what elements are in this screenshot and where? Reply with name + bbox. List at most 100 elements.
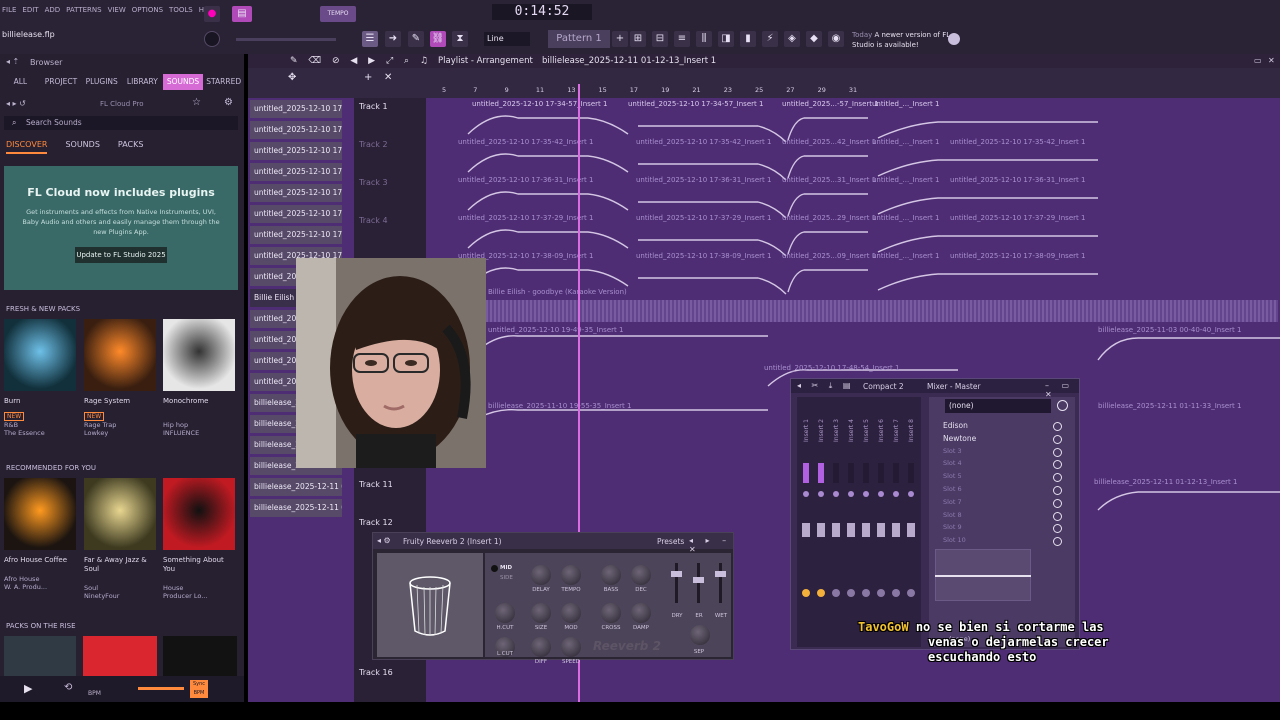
clip-label[interactable]: untitled_2025-12-10 17-48-54_Insert 1 [764, 364, 899, 372]
effect-slot[interactable]: Newtone [943, 434, 976, 443]
effect-slot[interactable]: Edison [943, 421, 968, 430]
speaker-icon[interactable]: ◈ [784, 31, 800, 47]
piano-roll-button[interactable]: ⊟ [652, 31, 668, 47]
slot-enable-icon[interactable] [1053, 473, 1062, 483]
insert-route-dot[interactable] [863, 491, 869, 497]
reverb-knob[interactable] [531, 565, 551, 585]
automation-clip-label[interactable]: untitled_2025...29_Insert 1 [782, 214, 876, 222]
pattern-song-toggle[interactable]: ▤ [232, 6, 252, 22]
pack-card[interactable]: Afro House Coffee Afro House W. A. Produ..… [4, 478, 78, 591]
automation-clip-label[interactable]: untitled_2025-12-10 17-36-31_Insert 1 [458, 176, 593, 184]
track-name[interactable]: Track 11 [359, 480, 393, 489]
track-name[interactable]: Track 16 [359, 668, 393, 677]
loop-icon[interactable]: ⟲ [64, 682, 72, 693]
track-name[interactable]: Track 2 [359, 140, 388, 149]
insert-pan-knob[interactable] [862, 589, 870, 597]
plugin-picker-button[interactable]: ⫼ [696, 31, 712, 47]
automation-clip-label[interactable]: untitled_2025-12-10 17-38-09_Insert 1 [950, 252, 1085, 260]
insert-fader[interactable] [802, 523, 810, 537]
stamp-icon[interactable]: ⧗ [452, 31, 468, 47]
insert-pan-knob[interactable] [907, 589, 915, 597]
slot-enable-icon[interactable] [1053, 498, 1062, 508]
insert-pan-knob[interactable] [847, 589, 855, 597]
insert-route-dot[interactable] [803, 491, 809, 497]
reverb-knob[interactable] [561, 637, 581, 657]
pack-art[interactable] [163, 319, 235, 391]
reverb-presets-button[interactable]: Presets [657, 537, 684, 546]
clip-label[interactable]: billielease_2025-11-03 00-40-40_Insert 1 [1098, 326, 1241, 334]
reverb-menu-icon[interactable]: ◂ ⚙ [377, 536, 391, 545]
insert-fader[interactable] [862, 523, 870, 537]
pack-art[interactable] [4, 478, 76, 550]
pack-art[interactable] [4, 319, 76, 391]
pack-name[interactable]: Rage System [84, 397, 158, 406]
master-pitch-slider[interactable] [236, 38, 336, 41]
playlist-add-icon[interactable]: + [364, 72, 372, 83]
effect-slot[interactable]: Slot 5 [943, 472, 962, 480]
insert-route-dot[interactable] [893, 491, 899, 497]
reverb-knob[interactable] [631, 603, 651, 623]
reverb-knob[interactable] [561, 603, 581, 623]
slot-enable-icon[interactable] [1053, 460, 1062, 470]
track-name[interactable]: Track 3 [359, 178, 388, 187]
menu-item[interactable]: OPTIONS [132, 6, 163, 20]
automation-clip-label[interactable]: untitled_2025-12-10 17-34-57_Insert 1 [472, 100, 607, 108]
mic-icon[interactable]: ◉ [828, 31, 844, 47]
automation-clip-label[interactable]: untitled_..._Insert 1 [872, 214, 939, 222]
playlist-delete-icon[interactable]: ✕ [384, 72, 392, 83]
track-name[interactable]: Track 4 [359, 216, 388, 225]
automation-clip-label[interactable]: untitled_2025...-57_Insert 1 [782, 100, 879, 108]
clip-label[interactable]: untitled_2025-12-10 19-49-35_Insert 1 [488, 326, 623, 334]
insert-label[interactable]: Insert 3 [833, 419, 840, 442]
update-notice[interactable]: Today A newer version of FL Studio is av… [852, 30, 952, 50]
snap-select[interactable]: Line [484, 32, 530, 46]
insert-route-dot[interactable] [848, 491, 854, 497]
menu-item[interactable]: EDIT [22, 6, 38, 20]
browser-button[interactable]: ◨ [718, 31, 734, 47]
current-pattern-label[interactable]: billielease_2025-12-11 01-12-13_Insert 1 [542, 56, 716, 66]
automation-clip-label[interactable]: untitled_..._Insert 1 [872, 176, 939, 184]
playlist-view-button[interactable]: ☰ [362, 31, 378, 47]
sep-knob[interactable] [690, 625, 710, 645]
browser-nav-arrows[interactable]: ◂ ▸ ↺ [6, 99, 26, 108]
effect-slot[interactable]: Slot 10 [943, 536, 966, 544]
insert-label[interactable]: Insert 8 [908, 419, 915, 442]
insert-pan-knob[interactable] [832, 589, 840, 597]
mixer-preset-select[interactable]: (none) [945, 399, 1051, 413]
menu-item[interactable]: FILE [2, 6, 16, 20]
insert-fader[interactable] [877, 523, 885, 537]
search-sounds-input[interactable]: Search Sounds [4, 116, 238, 130]
menu-item[interactable]: TOOLS [169, 6, 193, 20]
menu-item[interactable]: VIEW [108, 6, 126, 20]
pattern-item[interactable]: untitled_2025-12-10 17-... [250, 184, 342, 202]
link-icon[interactable]: ⛓ [430, 31, 446, 47]
insert-label[interactable]: Insert 4 [848, 419, 855, 442]
automation-clip-label[interactable]: untitled_2025-12-10 17-37-29_Insert 1 [458, 214, 593, 222]
insert-label[interactable]: Insert 6 [878, 419, 885, 442]
tempo-display[interactable]: TEMPO [320, 6, 356, 22]
preview-volume-slider[interactable] [138, 687, 184, 690]
pack-card[interactable]: Far & Away Jazz & Soul Soul NinetyFour [84, 478, 158, 600]
menu-item[interactable]: ADD [45, 6, 61, 20]
automation-clip-label[interactable]: untitled_..._Insert 1 [872, 100, 939, 108]
pattern-item[interactable]: billielease_2025-12-11 0... [250, 499, 342, 517]
insert-pan-knob[interactable] [817, 589, 825, 597]
slot-enable-icon[interactable] [1053, 434, 1062, 444]
star-icon[interactable]: ☆ [192, 97, 201, 108]
browser-back-icon[interactable]: ◂ ⇡ [6, 57, 19, 66]
effect-slot[interactable]: Slot 4 [943, 459, 962, 467]
pack-card[interactable]: Rage System NEW Rage Trap Lowkey [84, 319, 158, 437]
slot-enable-icon[interactable] [1053, 486, 1062, 495]
mixer-button[interactable]: ≡ [674, 31, 690, 47]
timeline-ruler[interactable]: 5 7 9 11 13 15 17 19 21 23 25 27 29 31 [438, 84, 1280, 98]
rise-pack-art[interactable] [163, 636, 237, 676]
rise-pack-art[interactable] [83, 636, 157, 676]
pattern-item[interactable]: untitled_2025-12-10 17-... [250, 226, 342, 244]
mixer-preset-icon[interactable] [1057, 400, 1068, 411]
pattern-item[interactable]: untitled_2025-12-10 17-... [250, 205, 342, 223]
mix-slider[interactable] [719, 563, 722, 603]
mix-slider-thumb[interactable] [671, 571, 682, 577]
play-icon[interactable]: ▶ [24, 682, 32, 695]
pattern-item[interactable]: untitled_2025-12-10 17-... [250, 142, 342, 160]
automation-clip-label[interactable]: untitled_2025-12-10 17-38-09_Insert 1 [636, 252, 771, 260]
